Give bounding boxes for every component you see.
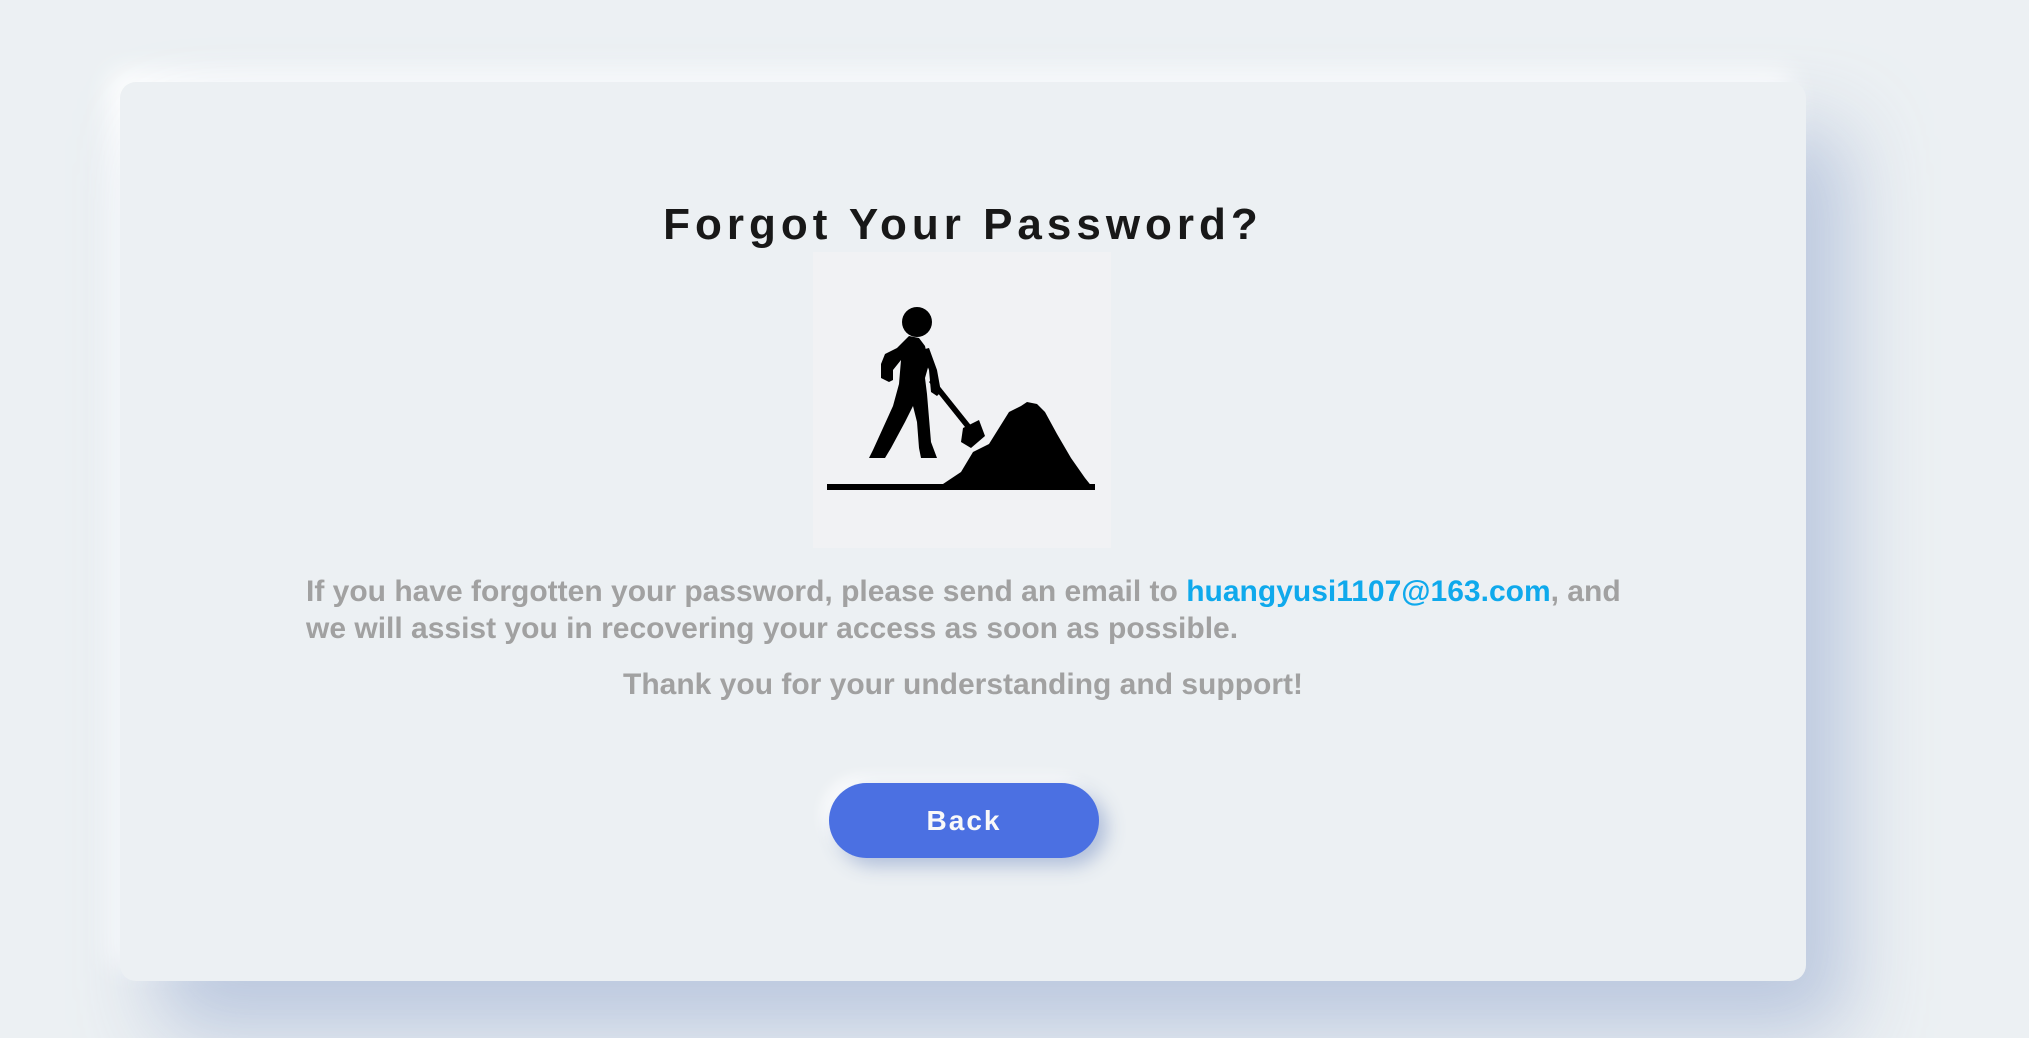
recovery-message: If you have forgotten your password, ple… [306, 573, 1636, 647]
message-text-before-email: If you have forgotten your password, ple… [306, 575, 1187, 608]
page: Forgot Your Password? If you have forgot… [0, 0, 2029, 1038]
under-construction-worker-icon [813, 252, 1111, 548]
forgot-password-card: Forgot Your Password? If you have forgot… [120, 82, 1806, 981]
support-email-link[interactable]: huangyusi1107@163.com [1186, 575, 1550, 608]
page-title: Forgot Your Password? [663, 200, 1263, 249]
back-button[interactable]: Back [829, 783, 1099, 858]
thanks-text: Thank you for your understanding and sup… [623, 668, 1303, 701]
